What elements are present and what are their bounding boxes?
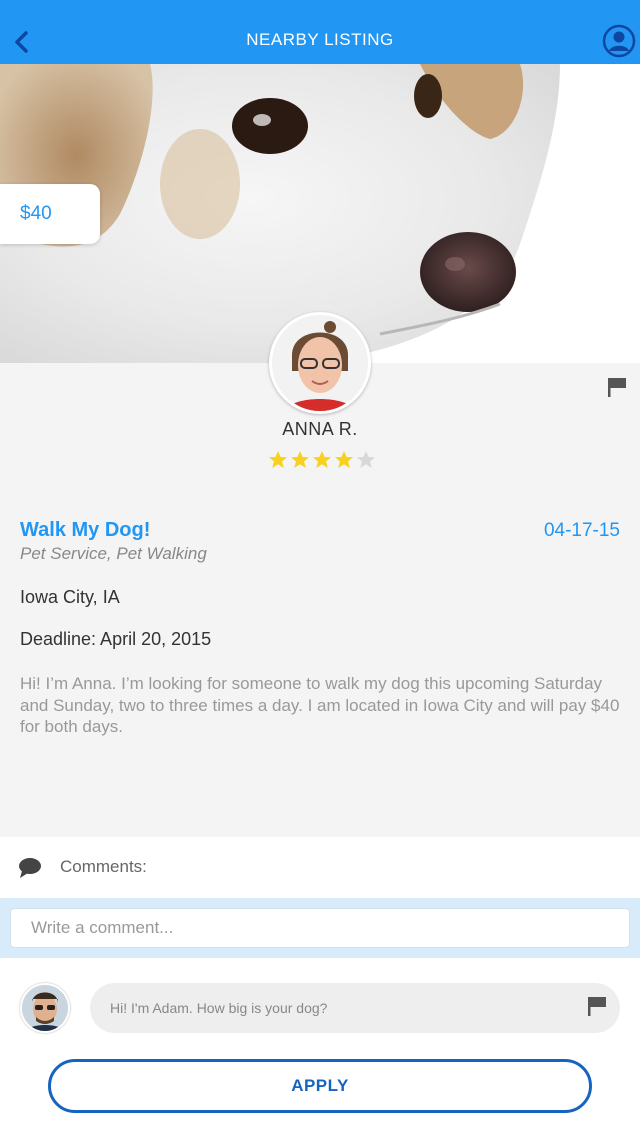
comment-text: Hi! I'm Adam. How big is your dog? <box>110 1000 328 1016</box>
comments-header: Comments: <box>0 837 640 897</box>
star-icon <box>313 451 331 468</box>
comment-bubble: Hi! I'm Adam. How big is your dog? <box>90 983 620 1033</box>
star-icon <box>335 451 353 468</box>
listing-category: Pet Service, Pet Walking <box>20 544 207 563</box>
comment-input-bar <box>0 898 640 958</box>
star-icon <box>291 451 309 468</box>
flag-icon <box>608 378 626 397</box>
listing-description: Hi! I’m Anna. I’m looking for someone to… <box>20 674 620 736</box>
comment-item: Hi! I'm Adam. How big is your dog? <box>0 980 640 1040</box>
user-icon <box>602 24 636 58</box>
apply-button[interactable]: APPLY <box>48 1059 592 1113</box>
comment-input[interactable] <box>10 908 630 948</box>
star-icon <box>269 451 287 468</box>
comments-label: Comments: <box>60 857 147 876</box>
price-tag: $40 <box>0 184 100 244</box>
comment-bubble-icon <box>19 858 41 878</box>
host-name: ANNA R. <box>282 419 358 439</box>
commenter-avatar[interactable] <box>20 983 70 1033</box>
report-listing-button[interactable] <box>606 376 628 398</box>
flag-icon <box>588 997 606 1016</box>
host-rating <box>268 450 378 470</box>
listing-deadline: Deadline: April 20, 2015 <box>20 629 212 649</box>
commenter-photo <box>22 985 68 1031</box>
profile-button[interactable] <box>602 24 636 58</box>
report-comment-button[interactable] <box>586 995 608 1017</box>
listing-date: 04-17-15 <box>543 520 620 541</box>
star-empty-icon <box>357 451 375 468</box>
page-title: NEARBY LISTING <box>246 30 394 49</box>
listing-location: Iowa City, IA <box>20 587 120 607</box>
host-avatar[interactable] <box>269 312 371 414</box>
listing-title: Walk My Dog! <box>20 519 151 541</box>
host-photo <box>272 315 368 411</box>
